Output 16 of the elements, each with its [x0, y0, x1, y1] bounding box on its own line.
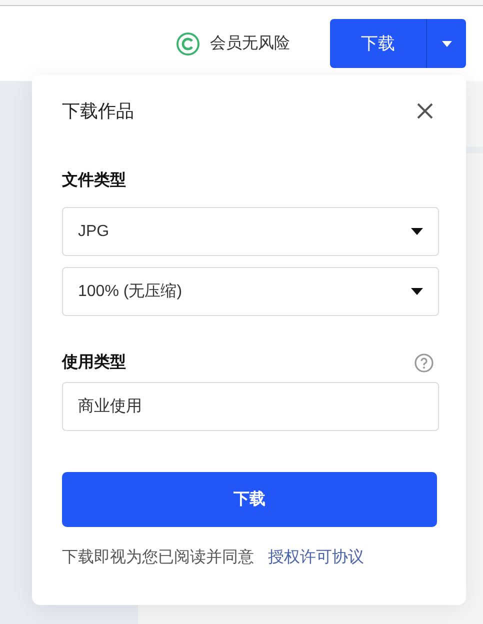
agreement-text: 下载即视为您已阅读并同意 [62, 548, 254, 568]
dropdown-caret-icon [411, 288, 423, 295]
section-label: 使用类型 [62, 352, 126, 373]
close-button[interactable] [416, 102, 434, 120]
license-link[interactable]: 授权许可协议 [268, 546, 364, 570]
copyright-icon [176, 32, 200, 56]
dropdown-caret-icon [411, 228, 423, 235]
usage-input[interactable]: 商业使用 [62, 382, 439, 431]
section-label: 文件类型 [62, 170, 127, 191]
select-field[interactable]: JPG [62, 207, 439, 256]
select-field[interactable]: 100% (无压缩) [62, 267, 439, 316]
guarantee-text: 会员无风险 [210, 34, 290, 54]
caret-icon [442, 40, 452, 46]
dialog-title: 下载作品 [62, 100, 134, 122]
help-icon[interactable] [414, 353, 434, 373]
submit-download-button[interactable]: 下载 [62, 472, 437, 527]
